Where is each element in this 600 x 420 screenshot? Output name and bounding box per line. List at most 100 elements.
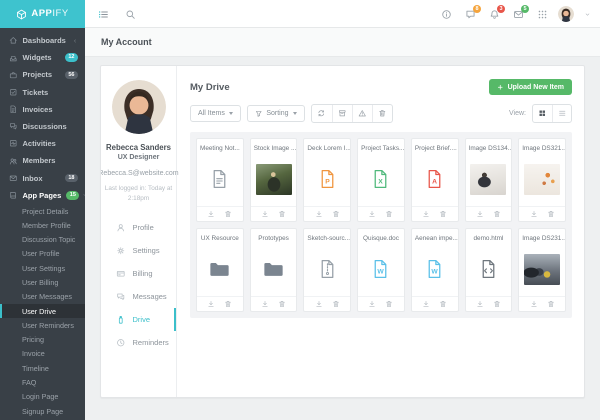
grid-view-icon[interactable]: [533, 105, 552, 122]
warning-icon[interactable]: [352, 105, 372, 122]
account-menu-billing[interactable]: Billing: [101, 262, 176, 285]
upload-new-item-button[interactable]: Upload New Item: [489, 79, 572, 95]
sidebar-subitem-user-billing[interactable]: User Billing: [0, 275, 85, 289]
refresh-icon[interactable]: [312, 105, 332, 122]
trash-icon[interactable]: [372, 105, 392, 122]
account-menu-messages[interactable]: Messages: [101, 285, 176, 308]
alerts-icon[interactable]: 3: [489, 9, 500, 20]
download-icon[interactable]: [207, 300, 215, 308]
file-card[interactable]: demo.html: [465, 228, 513, 312]
file-card[interactable]: Image DS231...: [518, 228, 566, 312]
cube-icon: [16, 9, 27, 20]
sidebar-subitem-user-reminders[interactable]: User Reminders: [0, 318, 85, 332]
sidebar-subitem-timeline[interactable]: Timeline: [0, 361, 85, 375]
trash-icon[interactable]: [547, 210, 555, 218]
download-icon[interactable]: [476, 210, 484, 218]
sidebar-subitem-user-drive[interactable]: User Drive: [0, 304, 85, 318]
trash-icon[interactable]: [224, 210, 232, 218]
plus-icon: [497, 84, 504, 91]
sidebar-item-members[interactable]: Members: [0, 152, 85, 169]
file-card[interactable]: Deck Lorem I... P: [303, 138, 351, 222]
download-icon[interactable]: [261, 210, 269, 218]
file-card[interactable]: Project Brief.... A: [411, 138, 459, 222]
brand-logo[interactable]: APPIFY: [0, 0, 85, 28]
trash-icon[interactable]: [547, 300, 555, 308]
search-icon[interactable]: [125, 9, 136, 20]
file-card[interactable]: Aenean impe... W: [411, 228, 459, 312]
sidebar-subitem-faq[interactable]: FAQ: [0, 375, 85, 389]
account-menu-profile[interactable]: Profile: [101, 216, 176, 239]
file-card[interactable]: Stock Image ...: [250, 138, 298, 222]
download-icon[interactable]: [368, 210, 376, 218]
account-menu-settings[interactable]: Settings: [101, 239, 176, 262]
sidebar-item-inbox[interactable]: Inbox 18: [0, 170, 85, 187]
file-card[interactable]: Sketch-sourc...: [303, 228, 351, 312]
trash-icon: [439, 210, 447, 218]
file-card[interactable]: Image DS134...: [465, 138, 513, 222]
file-card[interactable]: UX Resource: [196, 228, 244, 312]
list-view-icon[interactable]: [552, 105, 571, 122]
trash-icon[interactable]: [332, 300, 340, 308]
trash-icon[interactable]: [385, 300, 393, 308]
sidebar-subitem-discussion-topic[interactable]: Discussion Topic: [0, 232, 85, 246]
download-icon[interactable]: [368, 300, 376, 308]
trash-icon[interactable]: [493, 300, 501, 308]
folder-icon: [209, 261, 230, 277]
trash-icon[interactable]: [439, 300, 447, 308]
file-card[interactable]: Prototypes: [250, 228, 298, 312]
sidebar-item-dashboards[interactable]: Dashboards: [0, 32, 85, 49]
sidebar-subitem-invoice[interactable]: Invoice: [0, 347, 85, 361]
file-card[interactable]: Image DS321...: [518, 138, 566, 222]
download-icon[interactable]: [315, 300, 323, 308]
file-name: Image DS231...: [519, 229, 565, 242]
notification-badge: 5: [521, 5, 529, 13]
trash-icon[interactable]: [493, 210, 501, 218]
user-avatar[interactable]: [558, 6, 574, 22]
caret-down-icon: [229, 112, 233, 115]
info-icon[interactable]: [441, 9, 452, 20]
archive-icon[interactable]: [332, 105, 352, 122]
trash-icon[interactable]: [332, 210, 340, 218]
download-icon[interactable]: [315, 210, 323, 218]
file-card[interactable]: Meeting Not...: [196, 138, 244, 222]
sidebar-subitem-user-profile[interactable]: User Profile: [0, 247, 85, 261]
trash-icon[interactable]: [385, 210, 393, 218]
sidebar-subitem-user-settings[interactable]: User Settings: [0, 261, 85, 275]
sidebar-item-projects[interactable]: Projects 56: [0, 66, 85, 83]
download-icon[interactable]: [422, 300, 430, 308]
sidebar-subitem-user-messages[interactable]: User Messages: [0, 290, 85, 304]
sidebar-item-widgets[interactable]: Widgets 12: [0, 49, 85, 66]
sidebar-subitem-project-details[interactable]: Project Details: [0, 204, 85, 218]
trash-icon[interactable]: [278, 300, 286, 308]
sidebar-subitem-pricing[interactable]: Pricing: [0, 333, 85, 347]
file-icon-area: [466, 242, 512, 296]
download-icon[interactable]: [476, 300, 484, 308]
account-menu-reminders[interactable]: Reminders: [101, 331, 176, 354]
file-card[interactable]: Quisque.doc W: [357, 228, 405, 312]
download-icon[interactable]: [207, 210, 215, 218]
messages-icon[interactable]: 5: [513, 9, 524, 20]
all-items-dropdown[interactable]: All Items: [190, 105, 241, 122]
trash-icon[interactable]: [278, 210, 286, 218]
menu-toggle-icon[interactable]: [98, 9, 109, 20]
sidebar-subitem-signup-page[interactable]: Signup Page: [0, 404, 85, 418]
sidebar-item-app-pages[interactable]: App Pages 15: [0, 187, 85, 204]
sidebar-item-activities[interactable]: Activities: [0, 135, 85, 152]
sidebar-item-invoices[interactable]: Invoices: [0, 101, 85, 118]
download-icon[interactable]: [261, 300, 269, 308]
download-icon[interactable]: [530, 300, 538, 308]
account-menu-drive[interactable]: Drive: [101, 308, 176, 331]
sidebar-item-tickets[interactable]: Tickets: [0, 84, 85, 101]
comments-icon[interactable]: 8: [465, 9, 476, 20]
sorting-dropdown[interactable]: Sorting: [247, 105, 305, 122]
sidebar-subitem-member-profile[interactable]: Member Profile: [0, 218, 85, 232]
sidebar-subitem-login-page[interactable]: Login Page: [0, 390, 85, 404]
download-icon[interactable]: [422, 210, 430, 218]
download-icon[interactable]: [530, 210, 538, 218]
file-card[interactable]: Project Tasks... X: [357, 138, 405, 222]
sidebar-item-discussions[interactable]: Discussions: [0, 118, 85, 135]
chevron-down-icon[interactable]: [584, 11, 591, 18]
apps-icon[interactable]: [537, 9, 548, 20]
trash-icon[interactable]: [224, 300, 232, 308]
trash-icon[interactable]: [439, 210, 447, 218]
